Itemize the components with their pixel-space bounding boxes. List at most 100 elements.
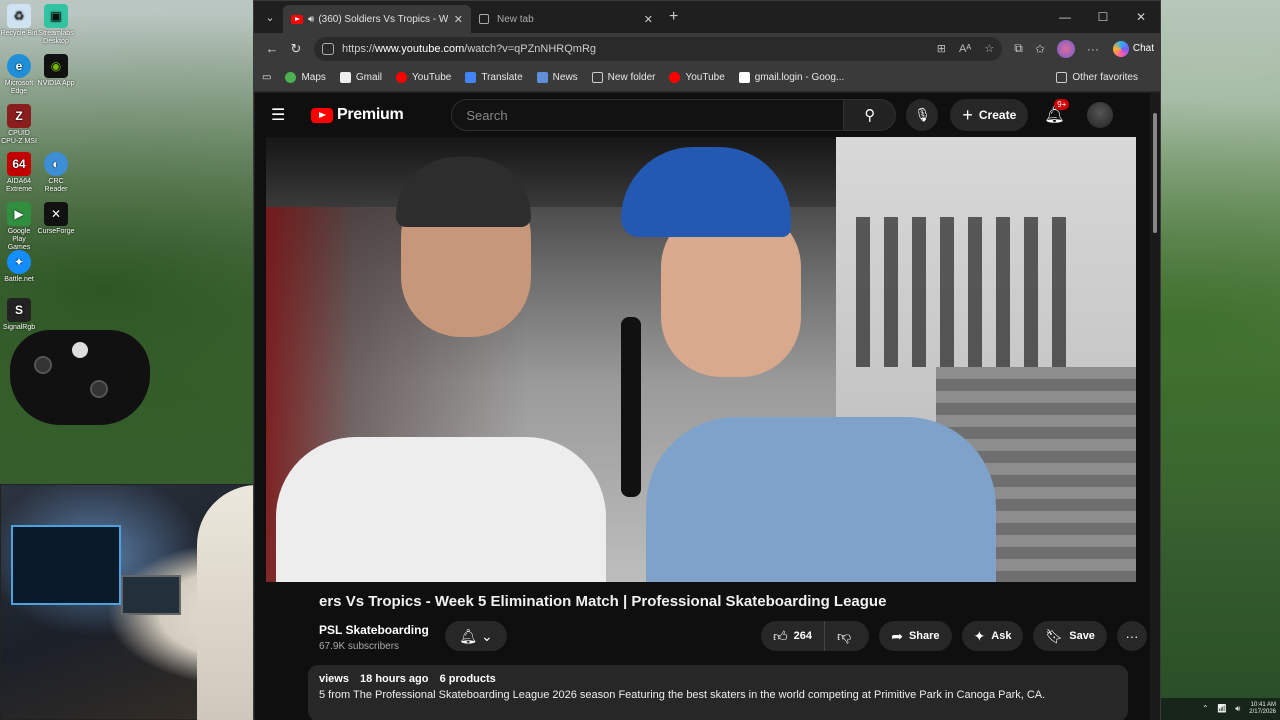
scrollbar-thumb[interactable] — [1153, 113, 1157, 233]
description-box[interactable]: views 18 hours ago 6 products 5 from The… — [308, 665, 1128, 720]
other-favorites[interactable]: Other favorites — [1056, 72, 1138, 83]
right-stick — [90, 380, 108, 398]
view-count: views — [319, 673, 349, 685]
google-play-games-icon[interactable]: ▶ Google Play Games — [0, 202, 38, 252]
bookmark-gmail-login[interactable]: gmail.login - Goog... — [738, 72, 844, 83]
tab-title: New tab — [497, 13, 534, 25]
youtube-favicon-icon — [291, 14, 303, 24]
search-input[interactable]: Search — [451, 99, 845, 131]
notifications-button[interactable]: 🔔︎ 9+ — [1044, 99, 1070, 125]
search-placeholder: Search — [466, 107, 508, 123]
bookmark-new-folder[interactable]: New folder — [591, 72, 655, 83]
sparkle-icon: ✦ — [973, 627, 986, 644]
translate-icon — [465, 72, 477, 83]
close-window-icon[interactable]: ✕ — [1122, 1, 1160, 33]
new-tab-button[interactable]: + — [669, 8, 678, 26]
video-player[interactable] — [266, 137, 1136, 582]
edge-icon[interactable]: e Microsoft Edge — [0, 54, 38, 96]
speaker-icon[interactable]: 🔊︎ — [308, 14, 314, 25]
close-tab-icon[interactable]: ✕ — [644, 13, 653, 26]
xbox-controller-widget — [10, 330, 150, 425]
copilot-icon — [1112, 40, 1129, 57]
news-icon — [536, 72, 548, 83]
webcam-monitor — [11, 525, 121, 605]
bookmark-translate[interactable]: Translate — [465, 72, 523, 83]
video-scene-crowd — [856, 217, 1076, 367]
cpuz-icon[interactable]: Z CPUID CPU-Z MSI — [0, 104, 38, 146]
clock-time: 10:41 AM — [1250, 702, 1276, 708]
desktop-icon-label: Recycle Bin — [0, 30, 38, 37]
bookmarks-toggle-icon[interactable]: ▭ — [262, 72, 271, 83]
like-button[interactable]: 👍︎ 264 — [761, 621, 825, 651]
tab-new-tab[interactable]: New tab ✕ — [471, 5, 661, 33]
desktop-icon-label: CPUID CPU-Z MSI — [1, 130, 37, 145]
url-field[interactable]: https://www.youtube.com/watch?v=qPZnNHRQ… — [314, 36, 1003, 61]
hamburger-menu-icon[interactable]: ☰ — [271, 105, 291, 125]
channel-name[interactable]: PSL Skateboarding — [319, 623, 429, 637]
bookmark-label: Translate — [481, 72, 523, 83]
create-button[interactable]: + Create — [950, 99, 1029, 131]
more-menu-icon[interactable]: ··· — [1087, 42, 1099, 56]
voice-search-button[interactable]: 🎙︎ — [906, 99, 939, 131]
signalrgb-icon[interactable]: S SignalRgb — [0, 298, 38, 332]
extensions-icon[interactable]: ⧉ — [1014, 41, 1023, 56]
bookmark-gmail[interactable]: Gmail — [339, 72, 383, 83]
minimize-icon[interactable]: — — [1046, 1, 1084, 33]
more-actions-button[interactable]: ··· — [1116, 621, 1147, 651]
bookmark-maps[interactable]: Maps — [285, 72, 326, 83]
read-aloud-icon[interactable]: Aᴬ — [959, 43, 971, 55]
products-link[interactable]: 6 products — [440, 673, 496, 685]
desktop-icon-label: CRC Reader — [44, 178, 68, 193]
streamlabs-icon[interactable]: ▣ Streamlabs Desktop — [37, 4, 75, 46]
desktop-icon-label: Streamlabs Desktop — [38, 30, 74, 45]
tab-actions-menu[interactable]: ⌄ — [257, 5, 283, 29]
app-available-icon[interactable]: ⊞ — [937, 43, 946, 55]
dislike-button[interactable]: 👎︎ — [825, 621, 870, 651]
aida64-icon[interactable]: 64 AIDA64 Extreme — [0, 152, 38, 194]
crc-reader-icon[interactable]: ◐ CRC Reader — [37, 152, 75, 194]
ask-button[interactable]: ✦ Ask — [961, 621, 1024, 651]
bookmark-youtube-2[interactable]: YouTube — [669, 72, 725, 83]
recycle-bin-icon[interactable]: ♻ Recycle Bin — [0, 4, 38, 38]
bookmark-youtube[interactable]: YouTube — [396, 72, 451, 83]
favorite-star-icon[interactable]: ☆ — [984, 43, 994, 55]
bookmark-label: Gmail — [355, 72, 383, 83]
refresh-icon[interactable]: ↻ — [284, 41, 308, 57]
desktop-icon-label: Battle.net — [4, 276, 34, 283]
profile-avatar[interactable] — [1056, 39, 1075, 58]
copilot-chat-button[interactable]: Chat — [1112, 40, 1154, 57]
microphone-icon: 🎙︎ — [914, 107, 931, 122]
battlenet-icon[interactable]: ✦ Battle.net — [0, 250, 38, 284]
bookmark-icon: 🔖︎ — [1045, 627, 1064, 644]
taskbar-tray: ⌃ 📶︎ 🔊︎ 10:41 AM 2/17/2026 — [1161, 698, 1280, 720]
video-meta: views 18 hours ago 6 products — [319, 673, 1117, 685]
curseforge-icon[interactable]: ✕ CurseForge — [37, 202, 75, 236]
chevron-down-icon: ⌄ — [480, 627, 493, 644]
tray-icons[interactable]: ⌃ 📶︎ 🔊︎ — [1202, 704, 1243, 714]
tab-youtube[interactable]: 🔊︎ (360) Soldiers Vs Tropics - We ✕ — [283, 5, 471, 33]
share-label: Share — [908, 630, 940, 642]
gmail-icon — [339, 72, 351, 83]
close-tab-icon[interactable]: ✕ — [454, 13, 463, 26]
folder-icon — [1056, 72, 1068, 83]
notification-badge: 9+ — [1054, 99, 1070, 110]
more-horizontal-icon: ··· — [1125, 628, 1139, 644]
back-arrow-icon[interactable]: ← — [260, 41, 284, 56]
address-bar: ← ↻ https://www.youtube.com/watch?v=qPZn… — [254, 33, 1160, 64]
favorites-icon[interactable]: ✩ — [1035, 42, 1045, 56]
bookmark-label: Other favorites — [1072, 72, 1138, 83]
maximize-icon[interactable]: ☐ — [1084, 1, 1122, 33]
taskbar-clock[interactable]: 10:41 AM 2/17/2026 — [1249, 702, 1276, 716]
youtube-premium-logo[interactable]: Premium — [311, 106, 404, 124]
bookmark-news[interactable]: News — [536, 72, 578, 83]
save-button[interactable]: 🔖︎ Save — [1033, 621, 1107, 651]
search-button[interactable]: ⚲ — [844, 99, 897, 131]
desktop-icon-label: NVIDIA App — [37, 80, 75, 87]
account-avatar[interactable] — [1086, 102, 1113, 128]
page-scrollbar[interactable] — [1150, 93, 1160, 720]
share-button[interactable]: ➦ Share — [879, 621, 952, 651]
nvidia-icon[interactable]: ◉ NVIDIA App — [37, 54, 75, 88]
bell-icon: 🔔︎ — [459, 627, 478, 644]
site-info-icon[interactable] — [322, 42, 334, 55]
subscription-bell-button[interactable]: 🔔︎ ⌄ — [445, 621, 507, 651]
